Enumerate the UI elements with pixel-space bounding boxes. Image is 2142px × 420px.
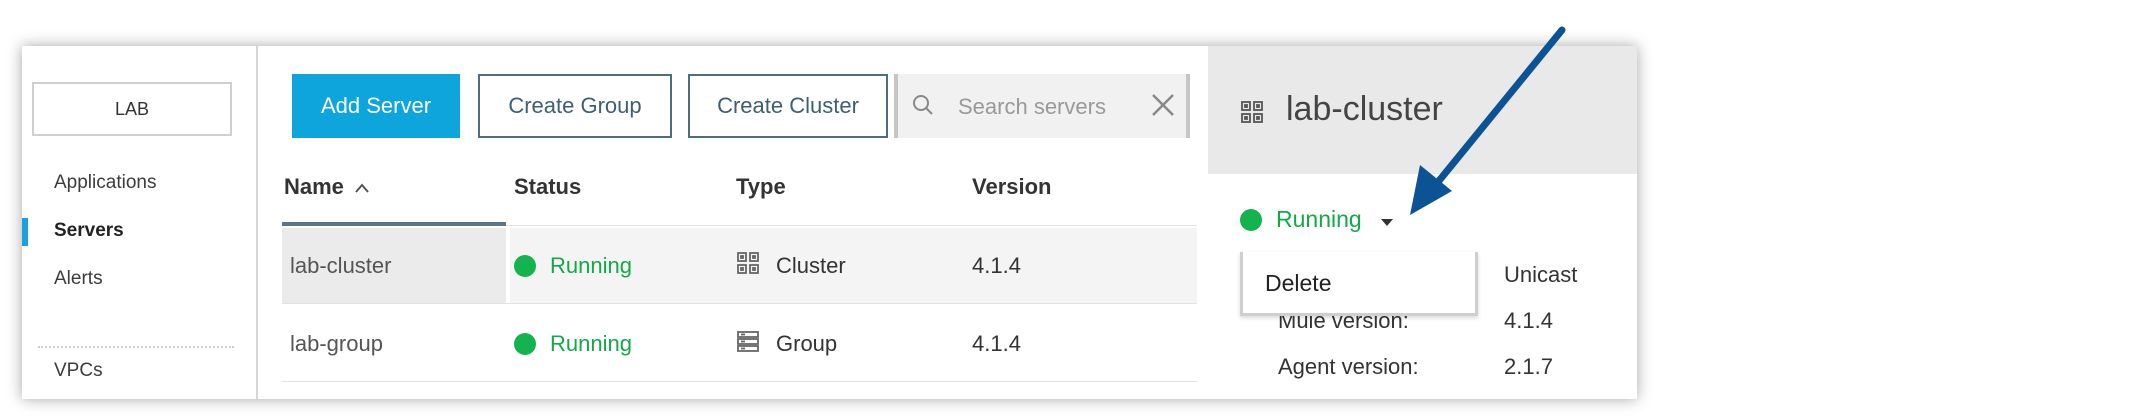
- annotation-arrow-icon: [1410, 26, 1566, 215]
